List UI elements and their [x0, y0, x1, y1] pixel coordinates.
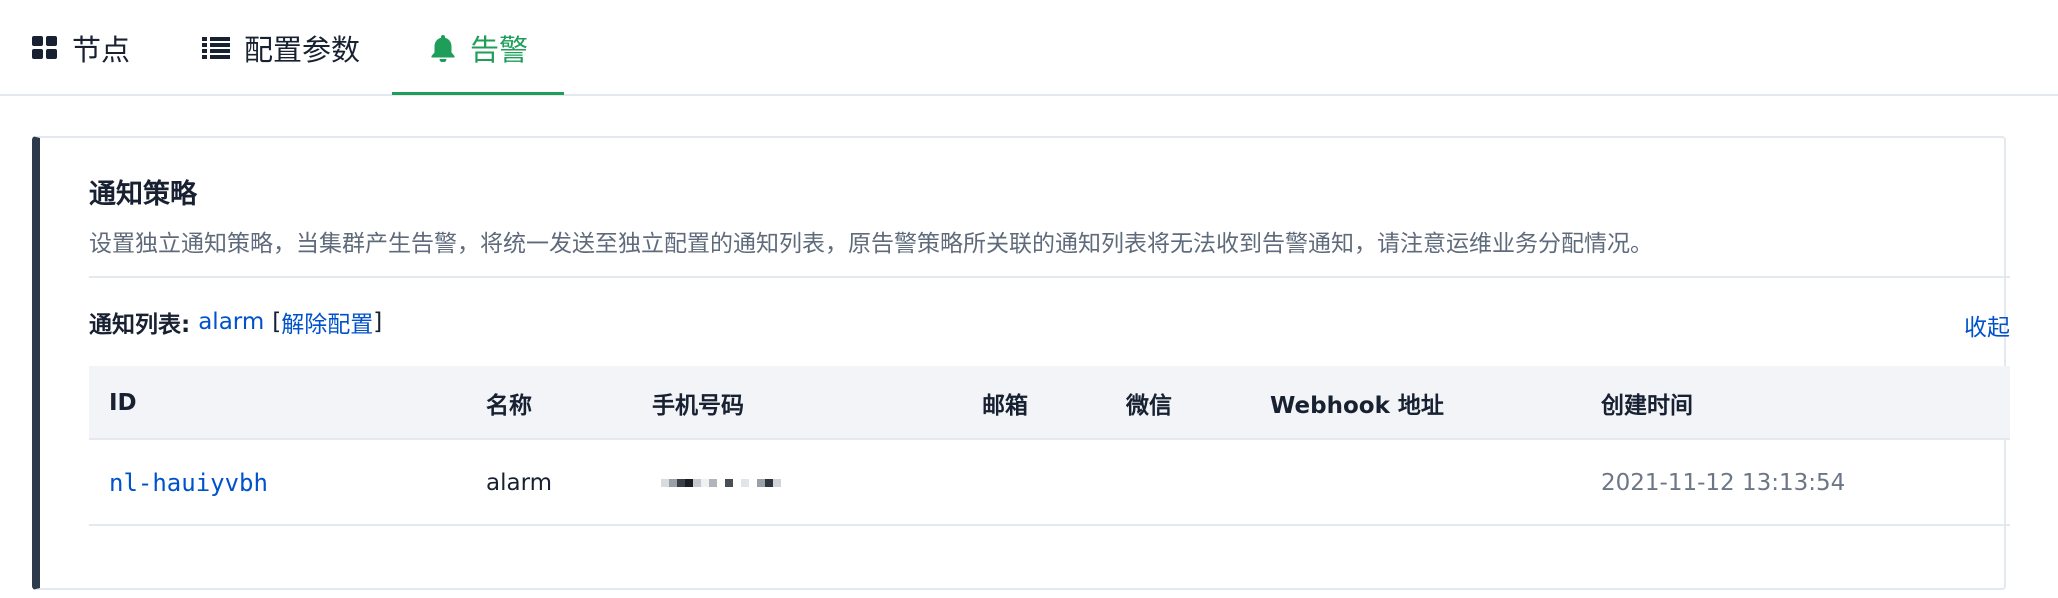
tab-nodes[interactable]: 节点 [32, 0, 130, 96]
tab-config-params[interactable]: 配置参数 [202, 0, 360, 96]
tab-label: 节点 [72, 33, 131, 67]
header-id: ID [109, 390, 137, 416]
tab-label: 配置参数 [244, 33, 361, 67]
unbind-config-link[interactable]: 解除配置 [281, 305, 373, 339]
notification-list-label: 通知列表: [89, 312, 191, 338]
header-wechat: 微信 [1126, 393, 1172, 419]
row-phone-redacted [661, 440, 781, 526]
header-webhook: Webhook 地址 [1270, 393, 1444, 419]
row-created-time: 2021-11-12 13:13:54 [1601, 470, 1846, 496]
collapse-link[interactable]: 收起 [1964, 308, 2010, 342]
active-tab-indicator [392, 92, 564, 95]
divider [89, 276, 2010, 278]
bracket-open: [ [272, 309, 282, 335]
header-phone: 手机号码 [652, 393, 744, 419]
grid-icon [32, 36, 58, 60]
tab-alarm[interactable]: 告警 [430, 0, 528, 96]
tab-bar: 节点 配置参数 告警 [0, 0, 2058, 96]
row-id-link[interactable]: nl-hauiyvbh [109, 440, 268, 526]
notification-policy-card: 通知策略 设置独立通知策略，当集群产生告警，将统一发送至独立配置的通知列表，原告… [32, 136, 2010, 590]
notification-list-link[interactable]: alarm [198, 309, 264, 335]
header-email: 邮箱 [982, 393, 1028, 419]
table-header: ID 名称 手机号码 邮箱 微信 Webhook 地址 创建时间 [89, 366, 2010, 440]
tab-label: 告警 [470, 33, 529, 67]
header-created-time: 创建时间 [1601, 393, 1693, 419]
bell-icon [430, 34, 456, 62]
card-description: 设置独立通知策略，当集群产生告警，将统一发送至独立配置的通知列表，原告警策略所关… [89, 231, 1653, 257]
table-row: nl-hauiyvbh alarm 2021-11-12 13:13:54 [89, 440, 2010, 526]
notification-table: ID 名称 手机号码 邮箱 微信 Webhook 地址 创建时间 nl-haui… [89, 366, 2010, 526]
bracket-close: ] [373, 309, 383, 335]
row-name: alarm [486, 470, 553, 496]
card-title: 通知策略 [89, 179, 197, 210]
list-icon [202, 36, 230, 60]
notification-list-row: 通知列表: alarm [ 解除配置 ] 收起 [89, 302, 2010, 342]
header-name: 名称 [486, 393, 532, 419]
